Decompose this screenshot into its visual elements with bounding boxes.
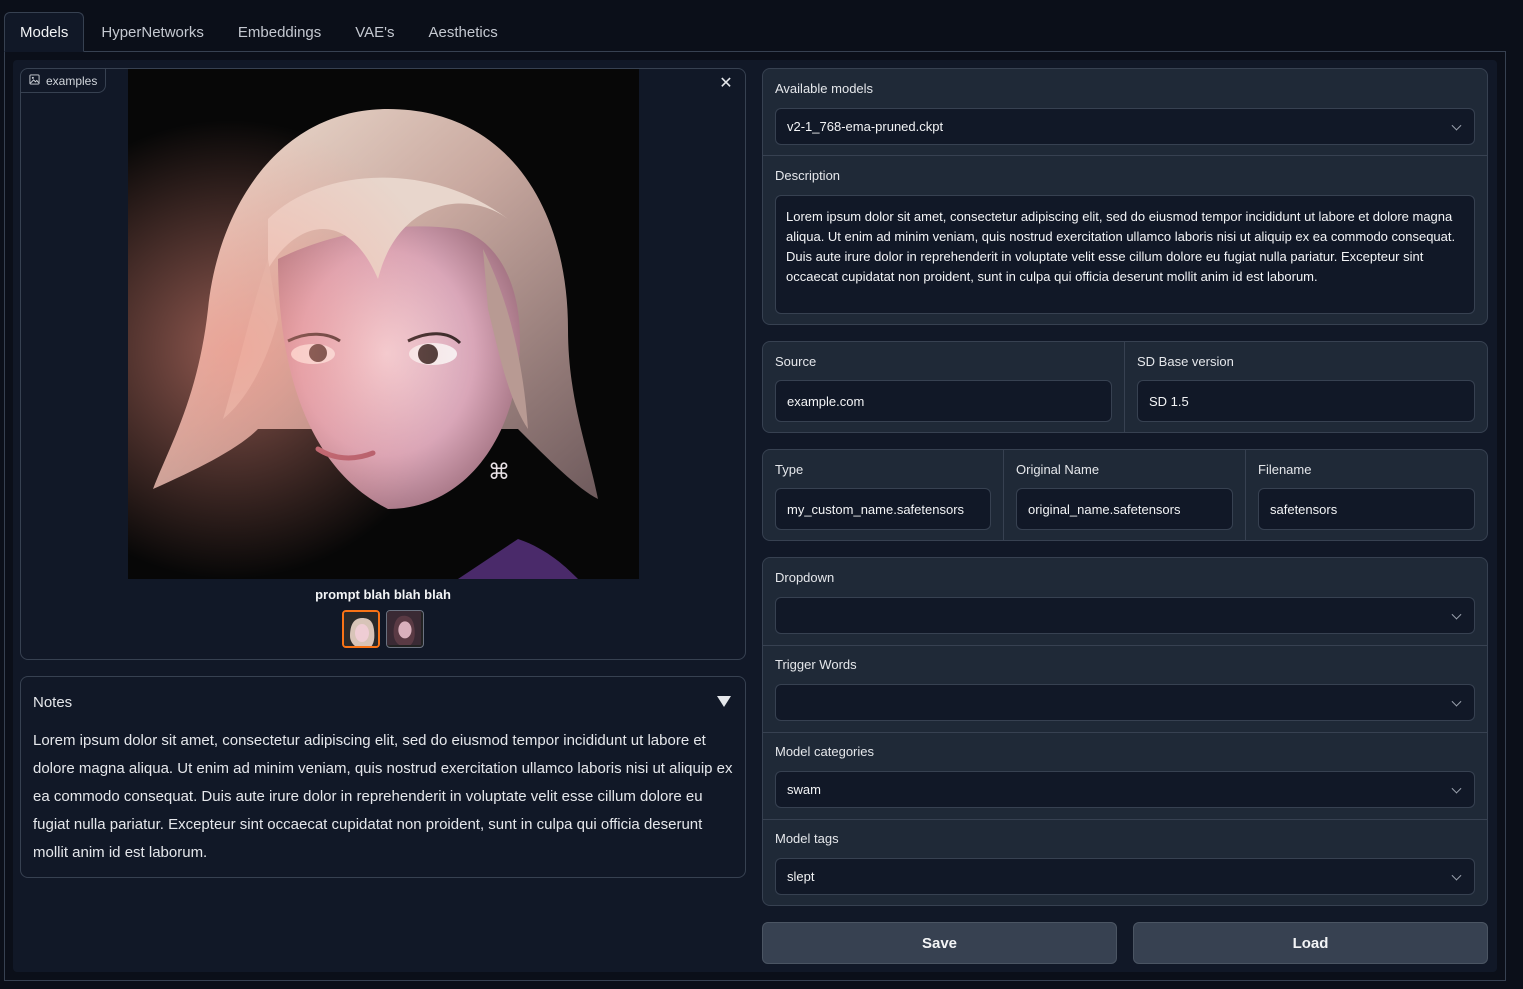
divider	[1245, 450, 1246, 540]
model-info-group: Available models v2-1_768-ema-pruned.ckp…	[762, 68, 1488, 325]
type-value: my_custom_name.safetensors	[787, 501, 965, 517]
sd-base-value: SD 1.5	[1149, 393, 1189, 409]
chevron-down-icon	[1451, 120, 1462, 131]
description-label: Description	[775, 168, 841, 183]
divider	[763, 645, 1487, 646]
divider	[1124, 342, 1125, 432]
model-categories-value: swam	[787, 782, 821, 797]
example-gallery: examples ⌘ ✕ prompt blah blah blah	[20, 68, 746, 660]
save-button[interactable]: Save	[762, 922, 1117, 964]
source-value: example.com	[787, 393, 865, 409]
gallery-caption: prompt blah blah blah	[315, 587, 451, 602]
chevron-down-icon	[1451, 870, 1462, 881]
tab-hypernetworks[interactable]: HyperNetworks	[84, 12, 221, 52]
type-label: Type	[775, 462, 804, 477]
tab-models[interactable]: Models	[4, 12, 85, 52]
source-field[interactable]: example.com	[775, 380, 1112, 422]
file-info-group: Type my_custom_name.safetensors Original…	[762, 449, 1488, 541]
divider	[763, 732, 1487, 733]
original-name-field[interactable]: original_name.safetensors	[1016, 488, 1233, 530]
svg-text:⌘: ⌘	[488, 460, 510, 485]
close-icon[interactable]: ✕	[719, 76, 733, 92]
gallery-label-text: examples	[46, 73, 98, 88]
collapse-triangle-icon[interactable]	[717, 696, 731, 707]
available-models-select[interactable]: v2-1_768-ema-pruned.ckpt	[775, 108, 1475, 145]
dropdown-label: Dropdown	[775, 570, 835, 585]
tab-bar: Models HyperNetworks Embeddings VAE's Ae…	[4, 12, 515, 52]
tab-aesthetics[interactable]: Aesthetics	[412, 12, 515, 52]
trigger-words-select[interactable]	[775, 684, 1475, 721]
original-name-label: Original Name	[1016, 462, 1100, 477]
model-tags-value: slept	[787, 869, 815, 884]
notes-title: Notes	[33, 694, 73, 711]
gallery-thumbnail[interactable]	[386, 610, 424, 648]
available-models-label: Available models	[775, 81, 874, 96]
filename-value: safetensors	[1270, 501, 1338, 517]
model-tags-label: Model tags	[775, 831, 839, 846]
available-models-value: v2-1_768-ema-pruned.ckpt	[787, 119, 944, 134]
sd-base-label: SD Base version	[1137, 354, 1234, 369]
tab-embeddings[interactable]: Embeddings	[221, 12, 338, 52]
source-group: Source example.com SD Base version SD 1.…	[762, 341, 1488, 433]
gallery-label: examples	[21, 69, 107, 93]
metadata-group: Dropdown Trigger Words Model categories …	[762, 557, 1488, 906]
notes-accordion: Notes Lorem ipsum dolor sit amet, consec…	[20, 676, 746, 878]
model-tags-select[interactable]: slept	[775, 858, 1475, 895]
image-icon	[29, 73, 40, 88]
gallery-main-image[interactable]: ⌘	[128, 69, 639, 579]
description-textarea[interactable]: Lorem ipsum dolor sit amet, consectetur …	[775, 195, 1475, 314]
sd-base-field[interactable]: SD 1.5	[1137, 380, 1475, 422]
source-label: Source	[775, 354, 817, 369]
trigger-words-label: Trigger Words	[775, 657, 857, 672]
original-name-value: original_name.safetensors	[1028, 501, 1181, 517]
dropdown-select[interactable]	[775, 597, 1475, 634]
model-categories-label: Model categories	[775, 744, 874, 759]
filename-label: Filename	[1258, 462, 1312, 477]
description-value: Lorem ipsum dolor sit amet, consectetur …	[786, 209, 1456, 284]
divider	[763, 155, 1487, 156]
tab-vaes[interactable]: VAE's	[338, 12, 411, 52]
model-categories-select[interactable]: swam	[775, 771, 1475, 808]
divider	[1003, 450, 1004, 540]
type-field[interactable]: my_custom_name.safetensors	[775, 488, 991, 530]
load-button[interactable]: Load	[1133, 922, 1488, 964]
chevron-down-icon	[1451, 696, 1462, 707]
gallery-thumbnails	[342, 610, 424, 648]
chevron-down-icon	[1451, 783, 1462, 794]
notes-body: Lorem ipsum dolor sit amet, consectetur …	[33, 732, 733, 861]
filename-field[interactable]: safetensors	[1258, 488, 1475, 530]
divider	[763, 819, 1487, 820]
gallery-thumbnail[interactable]	[342, 610, 380, 648]
chevron-down-icon	[1451, 609, 1462, 620]
